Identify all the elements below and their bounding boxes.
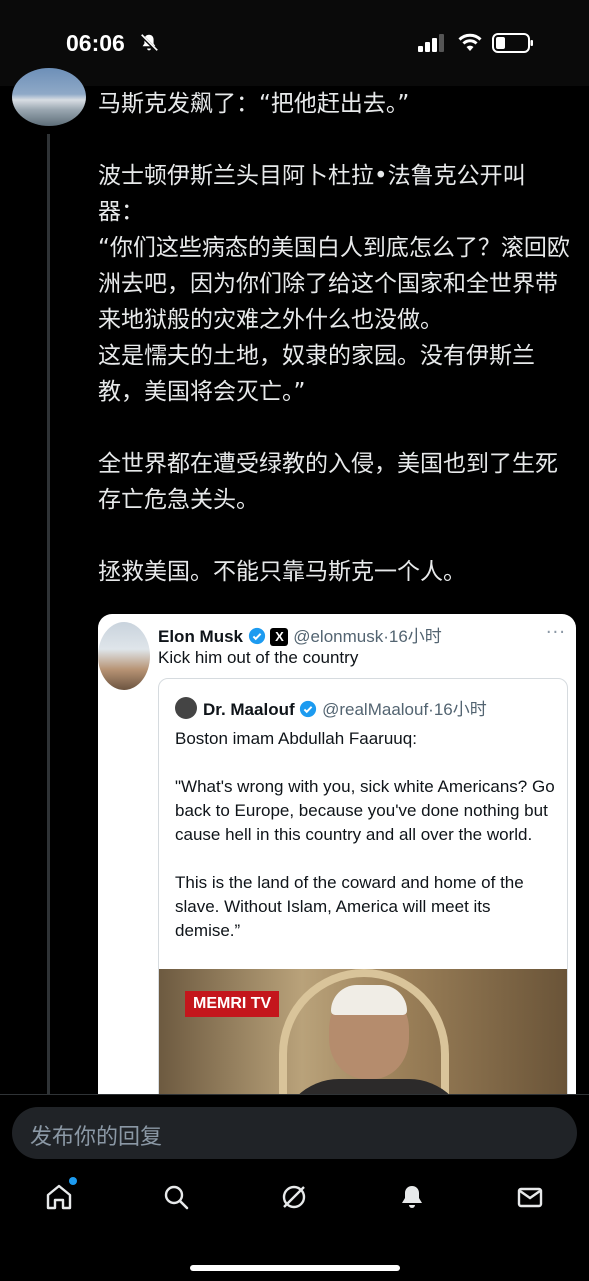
memri-tv-logo: MEMRI TV xyxy=(185,991,280,1017)
post-paragraph: 这是懦夫的土地，奴隶的家园。没有伊斯兰教，美国将会灭亡。” xyxy=(98,343,535,405)
post-paragraph: 波士顿伊斯兰头目阿卜杜拉•法鲁克公开叫器： xyxy=(98,163,526,225)
reply-placeholder: 发布你的回复 xyxy=(30,1125,163,1150)
bottom-area: 发布你的回复 xyxy=(0,1094,589,1281)
post-paragraph: 拯救美国。不能只靠马斯克一个人。 xyxy=(98,559,466,585)
tab-notifications[interactable] xyxy=(382,1175,442,1219)
more-options-icon[interactable]: ··· xyxy=(546,622,566,643)
nested-quoted-post[interactable]: Dr. Maalouf @realMaalouf·16小时 Boston ima… xyxy=(158,678,568,1114)
nested-paragraph: "What's wrong with you, sick white Ameri… xyxy=(175,777,555,844)
nested-author-name[interactable]: Dr. Maalouf xyxy=(203,700,295,719)
home-icon xyxy=(46,1184,72,1210)
speaker-cap xyxy=(331,985,407,1015)
quoted-handle-time: @elonmusk·16小时 xyxy=(293,627,442,646)
tab-grok[interactable] xyxy=(264,1175,324,1219)
verified-badge-icon xyxy=(300,700,317,718)
nested-post-body: Boston imam Abdullah Faaruuq: "What's wr… xyxy=(175,727,559,967)
author-avatar[interactable] xyxy=(12,68,86,126)
x-affiliate-badge-icon: X xyxy=(270,628,289,646)
messages-icon xyxy=(517,1187,543,1208)
quoted-post-text: Kick him out of the country xyxy=(158,648,359,667)
search-icon xyxy=(164,1185,189,1210)
signal-icon xyxy=(418,34,444,52)
quoted-post-card[interactable]: Elon Musk X @elonmusk·16小时 ··· Kick him … xyxy=(98,614,576,1114)
post-text: 马斯克发飙了：“把他赶出去。” 波士顿伊斯兰头目阿卜杜拉•法鲁克公开叫器： “你… xyxy=(98,86,570,590)
reply-input[interactable]: 发布你的回复 xyxy=(12,1107,577,1159)
notification-dot xyxy=(69,1177,77,1185)
nested-handle-time: @realMaalouf·16小时 xyxy=(322,700,487,719)
thread-line xyxy=(47,134,50,1094)
quoted-author-avatar[interactable] xyxy=(98,622,150,690)
nested-paragraph: Boston imam Abdullah Faaruuq: xyxy=(175,729,417,748)
post-paragraph: 全世界都在遭受绿教的入侵，美国也到了生死存亡危急关头。 xyxy=(98,451,558,513)
nested-author-avatar[interactable] xyxy=(175,697,197,719)
battery-icon xyxy=(492,33,533,53)
nested-author-line: Dr. Maalouf @realMaalouf·16小时 xyxy=(203,695,487,720)
quoted-author-line: Elon Musk X @elonmusk·16小时 xyxy=(158,622,442,647)
status-time: 06:06 xyxy=(66,30,125,56)
post-paragraph: 马斯克发飙了：“把他赶出去。” xyxy=(98,91,410,117)
post-paragraph: “你们这些病态的美国白人到底怎么了？滚回欧洲去吧，因为你们除了给这个国家和全世界… xyxy=(98,235,570,333)
wifi-icon xyxy=(458,33,482,51)
tab-messages[interactable] xyxy=(500,1175,560,1219)
home-indicator[interactable] xyxy=(190,1265,400,1271)
quoted-author-name[interactable]: Elon Musk xyxy=(158,627,243,646)
tab-bar xyxy=(0,1175,589,1235)
mute-bell-icon xyxy=(139,33,159,53)
tab-home[interactable] xyxy=(29,1175,89,1219)
status-bar: 06:06 xyxy=(0,0,589,86)
notifications-icon xyxy=(402,1186,422,1208)
grok-icon xyxy=(282,1185,306,1209)
video-thumbnail[interactable]: MEMRI TV xyxy=(159,969,567,1114)
nested-paragraph: This is the land of the coward and home … xyxy=(175,873,524,940)
tab-search[interactable] xyxy=(146,1175,206,1219)
verified-badge-icon xyxy=(248,627,265,645)
